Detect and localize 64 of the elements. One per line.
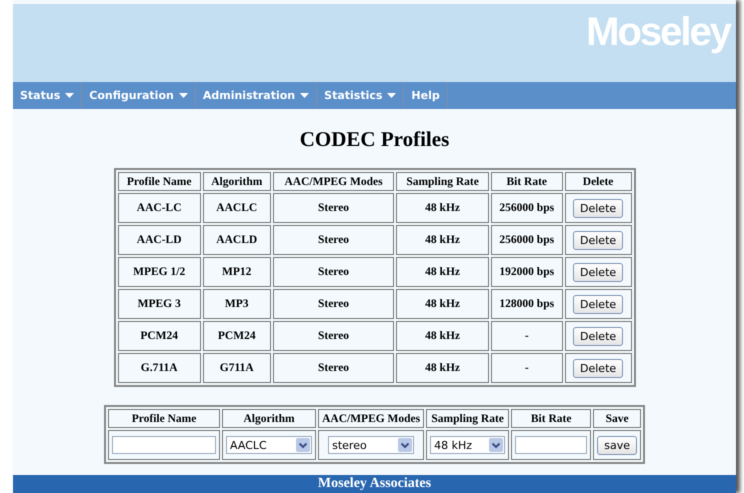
table-cell: AACLC	[202, 193, 271, 223]
delete-button[interactable]: Delete	[573, 294, 624, 314]
dropdown[interactable]: 48 kHz	[430, 436, 506, 454]
delete-button[interactable]: Delete	[573, 262, 624, 282]
column-header: AAC/MPEG Modes	[272, 172, 394, 191]
column-header: Profile Name	[118, 172, 201, 191]
table-cell: 256000 bps	[490, 193, 563, 223]
table-cell: 48 kHz	[396, 289, 489, 319]
column-header: Sampling Rate	[426, 409, 510, 428]
column-header: Delete	[564, 172, 632, 191]
caret-icon	[387, 93, 396, 98]
table-cell: 48 kHz	[396, 257, 489, 287]
caret-icon	[300, 93, 310, 98]
table-cell: 48 kHz	[396, 353, 489, 383]
column-header: Save	[593, 409, 641, 428]
table-cell: -	[490, 353, 563, 383]
delete-button[interactable]: Delete	[573, 358, 624, 378]
table-cell: AACLD	[202, 225, 271, 255]
column-header: Algorithm	[222, 409, 316, 428]
table-cell: Stereo	[272, 193, 394, 223]
table-cell: 256000 bps	[490, 225, 563, 255]
chevron-icon	[489, 438, 504, 452]
dropdown[interactable]: stereo	[328, 436, 414, 454]
column-header: Sampling Rate	[396, 172, 489, 191]
table-cell: MPEG 3	[118, 289, 201, 319]
column-header: Bit Rate	[511, 409, 592, 428]
table-cell: 128000 bps	[490, 289, 563, 319]
page-title: CODEC Profiles	[300, 127, 450, 152]
delete-button[interactable]: Delete	[573, 326, 624, 346]
table-cell: 192000 bps	[490, 257, 563, 287]
delete-button[interactable]: Delete	[573, 198, 624, 218]
input-field[interactable]	[515, 436, 588, 454]
table-cell: Stereo	[272, 353, 394, 383]
chevron-icon	[296, 438, 310, 452]
table-cell: 48 kHz	[396, 193, 489, 223]
table-cell: PCM24	[118, 321, 201, 351]
chevron-icon	[398, 438, 412, 452]
delete-button[interactable]: Delete	[573, 230, 624, 250]
table-cell: Stereo	[272, 257, 394, 287]
caret-icon	[178, 93, 188, 98]
table-cell: Stereo	[272, 225, 394, 255]
table-cell: 48 kHz	[396, 321, 489, 351]
column-header: Algorithm	[202, 172, 271, 191]
table-cell: 48 kHz	[396, 225, 489, 255]
input-field[interactable]	[112, 436, 216, 454]
table-cell: Stereo	[272, 289, 394, 319]
table-cell: Stereo	[272, 321, 394, 351]
logo: Moseley	[586, 10, 730, 55]
table-cell: G711A	[202, 353, 271, 383]
table-cell: AAC-LC	[118, 193, 201, 223]
column-header: Bit Rate	[490, 172, 563, 191]
footer-text: Moseley Associates	[318, 476, 432, 492]
column-header: Profile Name	[108, 409, 220, 428]
table-cell: MP12	[202, 257, 271, 287]
table-cell: G.711A	[118, 353, 201, 383]
table-cell: MPEG 1/2	[118, 257, 201, 287]
table-cell: MP3	[202, 289, 271, 319]
table-cell: PCM24	[202, 321, 271, 351]
column-header: AAC/MPEG Modes	[318, 409, 424, 428]
dropdown[interactable]: AACLC	[226, 436, 312, 454]
save-button[interactable]: save	[597, 436, 637, 454]
table-cell: -	[490, 321, 563, 351]
table-cell: AAC-LD	[118, 225, 201, 255]
caret-icon	[65, 93, 74, 98]
